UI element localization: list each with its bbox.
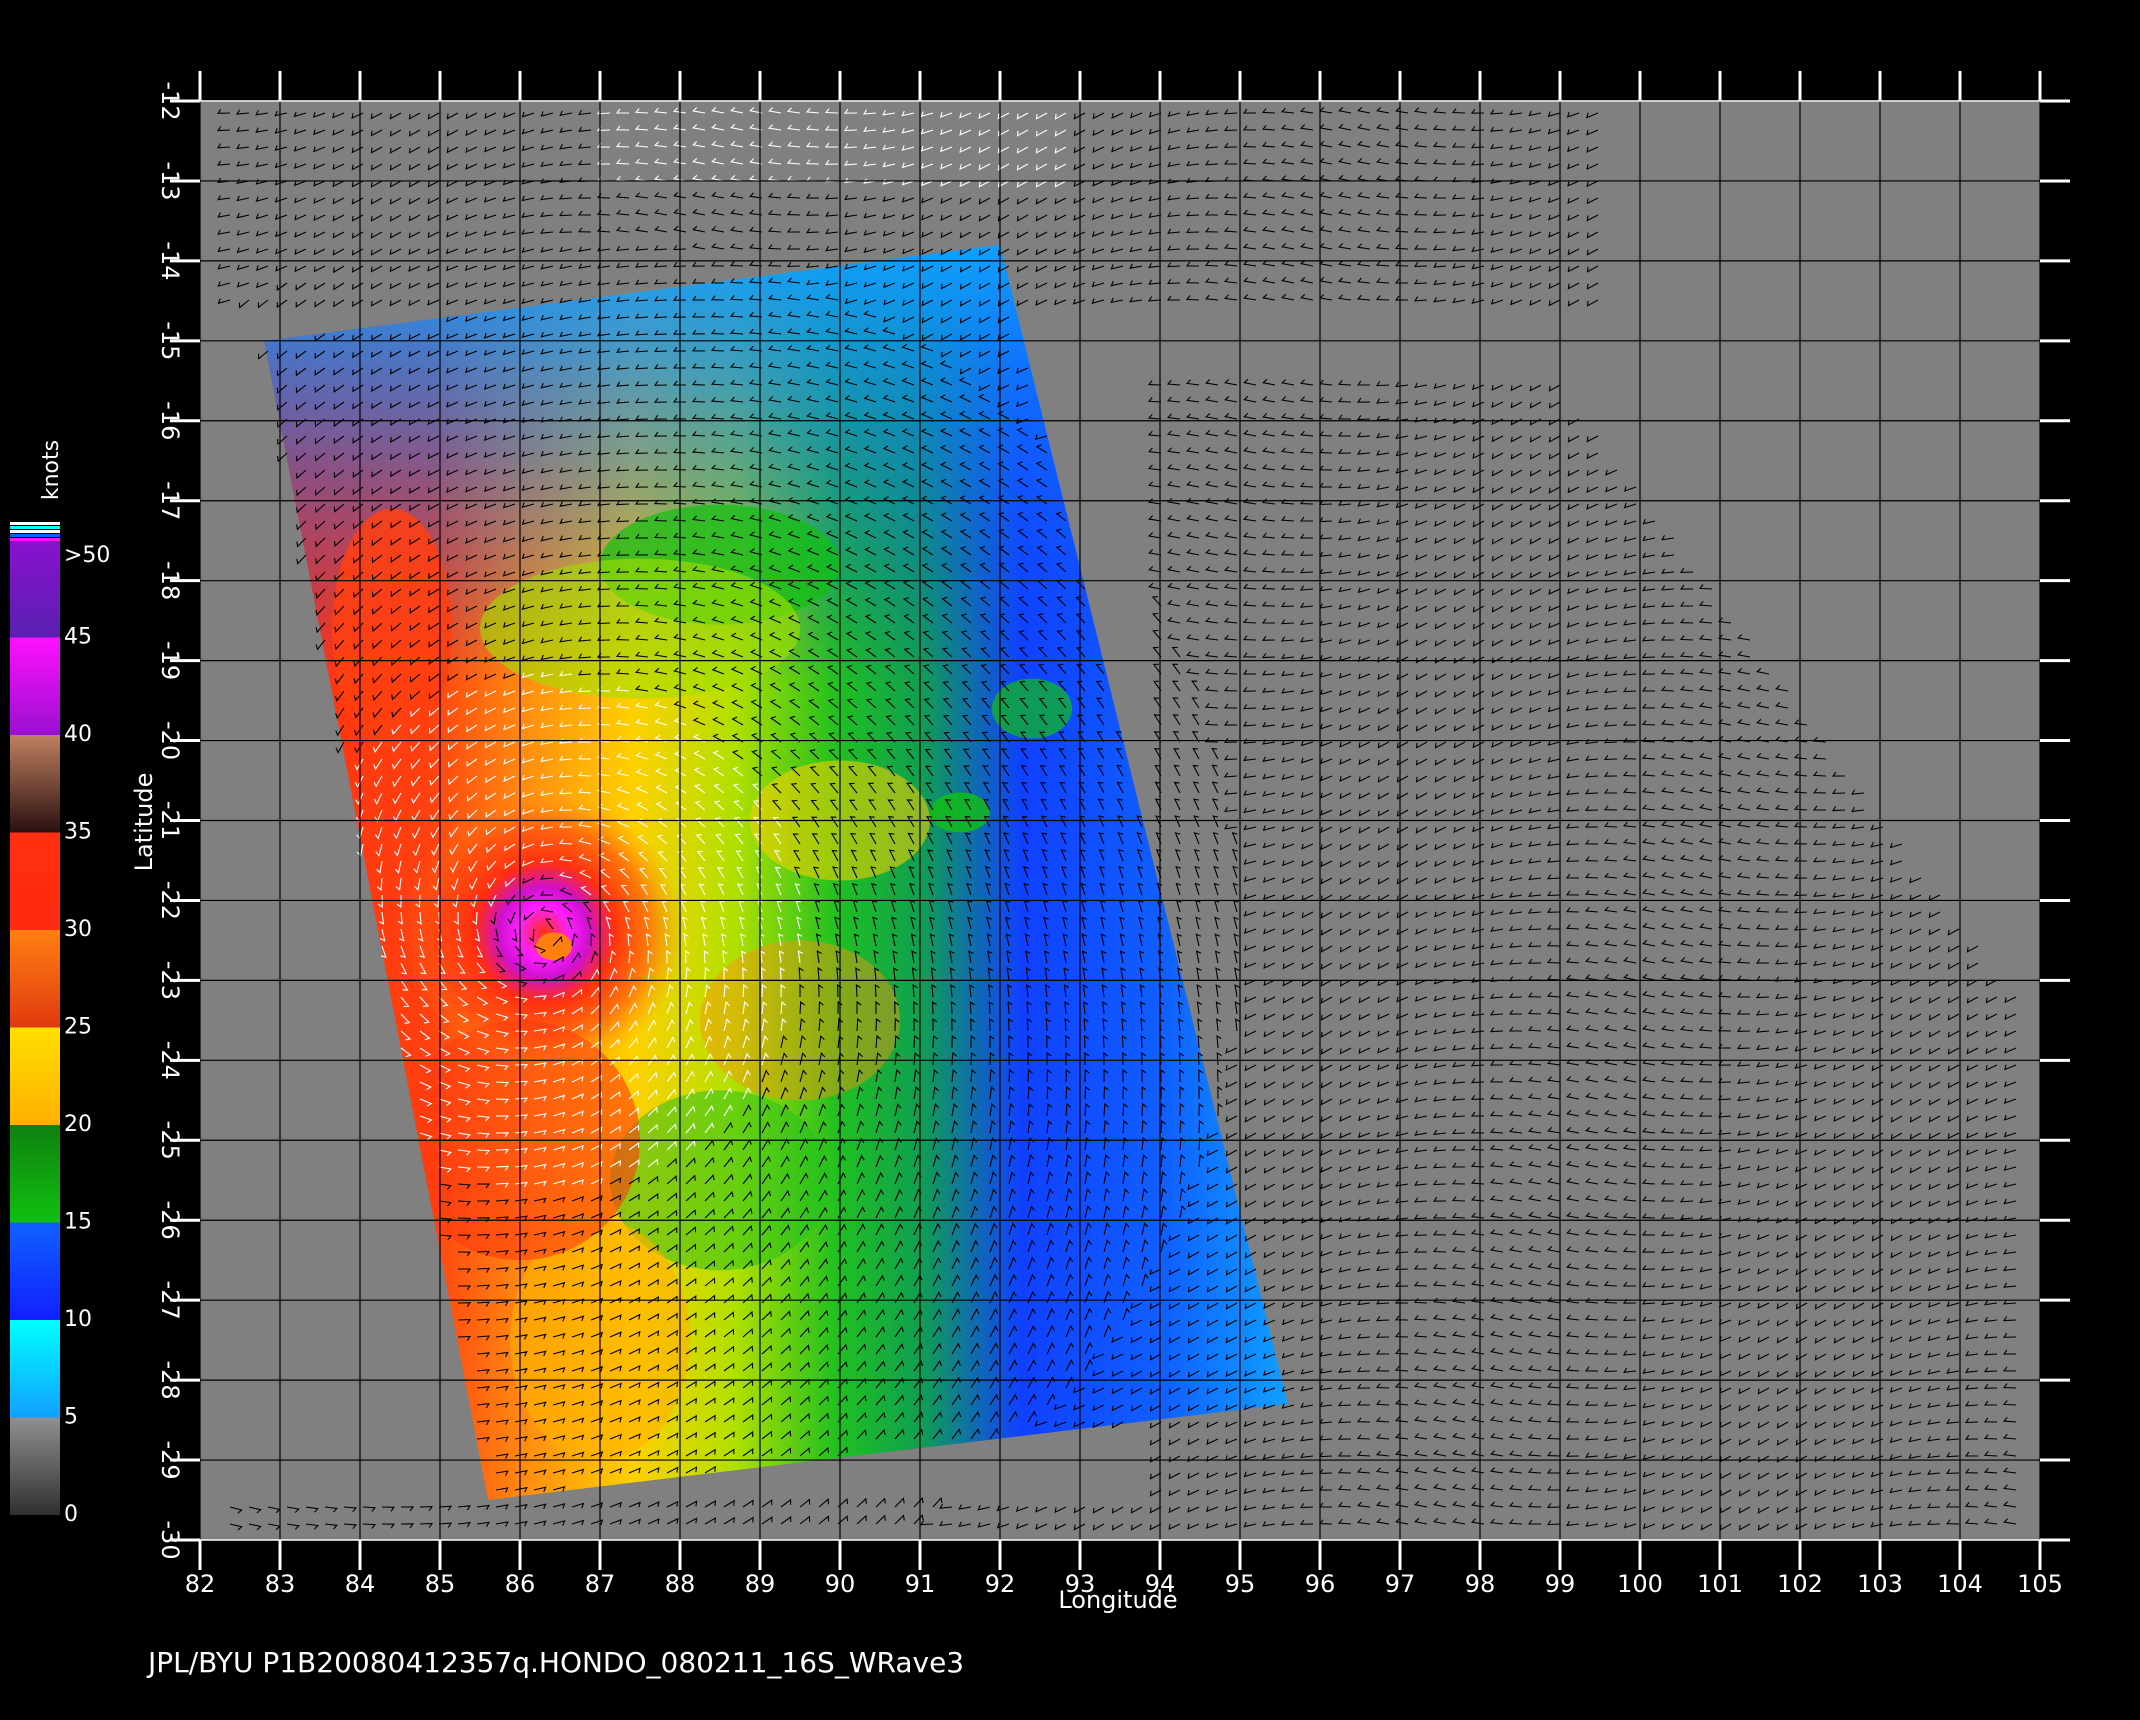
longitude-tick-label: 92 (985, 1570, 1016, 1598)
colorbar-band (10, 1222, 60, 1320)
longitude-tick-label: 91 (905, 1570, 936, 1598)
swath-patch (930, 792, 990, 833)
longitude-tick-label: 86 (505, 1570, 536, 1598)
colorbar-tick-label: 5 (64, 1405, 78, 1430)
latitude-tick-label: -22 (156, 881, 184, 920)
longitude-tick-label: 84 (345, 1570, 376, 1598)
latitude-tick-label: -28 (156, 1361, 184, 1400)
colorbar-overflow-stripe (10, 530, 60, 533)
wind-speed-colorbar (10, 522, 60, 1515)
colorbar-unit: knots (39, 440, 64, 500)
colorbar-tick-label: 25 (64, 1015, 92, 1040)
swath-patch (480, 558, 800, 699)
longitude-tick-label: 98 (1465, 1570, 1496, 1598)
colorbar-overflow-stripe (10, 534, 60, 537)
x-axis-title: Longitude (1058, 1586, 1177, 1614)
latitude-tick-label: -18 (156, 561, 184, 600)
colorbar-tick-label: 15 (64, 1210, 92, 1235)
longitude-tick-label: 82 (185, 1570, 216, 1598)
latitude-tick-label: -27 (156, 1281, 184, 1320)
swath-patch (992, 678, 1072, 739)
colorbar-tick-label: 20 (64, 1112, 92, 1137)
longitude-tick-label: 100 (1617, 1570, 1663, 1598)
colorbar-band (10, 735, 60, 833)
latitude-tick-label: -15 (156, 321, 184, 360)
latitude-tick-label: -24 (156, 1041, 184, 1080)
colorbar-band (10, 540, 60, 638)
swath-patch (700, 940, 900, 1101)
colorbar-band (10, 832, 60, 930)
longitude-tick-label: 97 (1385, 1570, 1416, 1598)
colorbar-tick-label: 35 (64, 820, 92, 845)
colorbar-overflow-stripe (10, 538, 60, 541)
colorbar-band (10, 1417, 60, 1515)
longitude-tick-label: 102 (1777, 1570, 1823, 1598)
y-axis-title: Latitude (130, 773, 158, 872)
colorbar-band (10, 637, 60, 735)
wind-map: 82 83 84 85 86 87 88 89 90 91 92 93 94 95 96 97 98 99 100 1… (10, 71, 2070, 1679)
latitude-tick-label: -30 (156, 1520, 184, 1559)
colorbar-tick-label: 30 (64, 917, 92, 942)
longitude-tick-label: 99 (1545, 1570, 1576, 1598)
longitude-tick-label: 95 (1225, 1570, 1256, 1598)
latitude-tick-label: -20 (156, 721, 184, 760)
colorbar-band (10, 1125, 60, 1223)
colorbar-band (10, 930, 60, 1028)
latitude-tick-label: -23 (156, 961, 184, 1000)
longitude-tick-label: 87 (585, 1570, 616, 1598)
latitude-tick-label: -29 (156, 1440, 184, 1479)
longitude-tick-label: 96 (1305, 1570, 1336, 1598)
latitude-tick-label: -25 (156, 1121, 184, 1160)
longitude-tick-label: 88 (665, 1570, 696, 1598)
latitude-tick-labels: -12 -13 -14 -15 -16 -17 -18 -19 -20 -21 -22 -23 -24 -… (156, 81, 184, 1559)
colorbar-overflow-stripe (10, 526, 60, 529)
colorbar-band (10, 1027, 60, 1125)
longitude-tick-label: 105 (2017, 1570, 2063, 1598)
latitude-tick-label: -13 (156, 161, 184, 200)
colorbar-tick-label: 40 (64, 722, 92, 747)
longitude-tick-label: 90 (825, 1570, 856, 1598)
storm-core (404, 792, 684, 1073)
latitude-tick-label: -16 (156, 401, 184, 440)
storm-eye (536, 932, 572, 961)
longitude-tick-label: 89 (745, 1570, 776, 1598)
latitude-tick-label: -12 (156, 81, 184, 120)
longitude-tick-label: 83 (265, 1570, 296, 1598)
longitude-tick-label: 104 (1937, 1570, 1983, 1598)
footer-caption: JPL/BYU P1B20080412357q.HONDO_080211_16S… (146, 1646, 964, 1679)
colorbar-overflow-stripe (10, 522, 60, 525)
longitude-tick-label: 103 (1857, 1570, 1903, 1598)
latitude-tick-label: -19 (156, 641, 184, 680)
latitude-tick-label: -21 (156, 801, 184, 840)
colorbar-labels: >50 45 40 35 30 25 20 15 10 5 0 (64, 543, 110, 1527)
latitude-tick-label: -26 (156, 1201, 184, 1240)
longitude-tick-label: 101 (1697, 1570, 1743, 1598)
colorbar-band (10, 1320, 60, 1418)
latitude-tick-label: -14 (156, 241, 184, 280)
latitude-tick-label: -17 (156, 481, 184, 520)
colorbar-tick-label: >50 (64, 543, 110, 568)
colorbar-tick-label: 10 (64, 1307, 92, 1332)
longitude-tick-label: 85 (425, 1570, 456, 1598)
colorbar-tick-label: 45 (64, 625, 92, 650)
colorbar-tick-label: 0 (64, 1502, 78, 1527)
